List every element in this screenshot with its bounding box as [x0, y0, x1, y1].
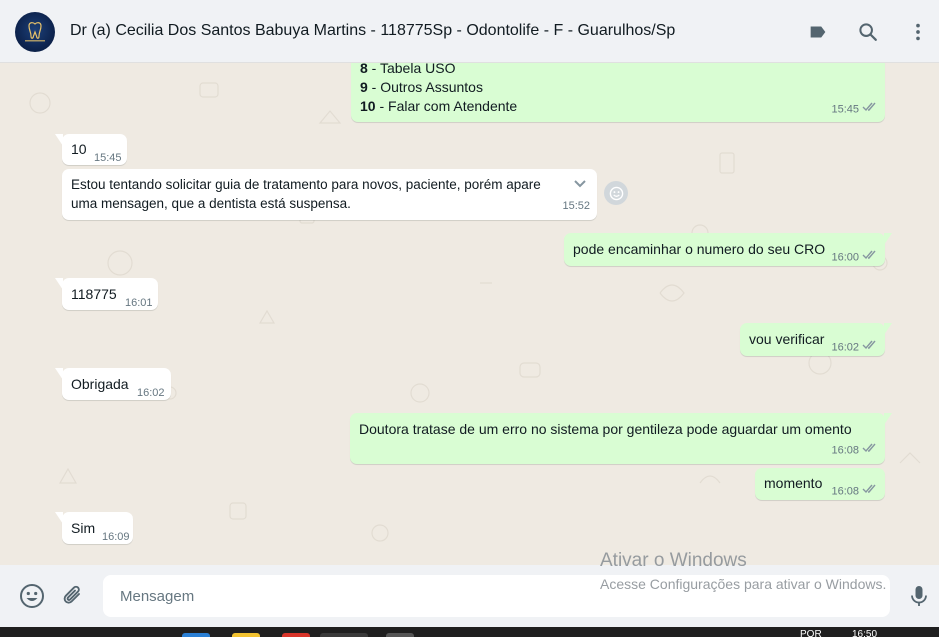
message-text: uma mensagen, que a dentista está suspen… — [71, 196, 351, 211]
message-bubble-outgoing[interactable]: 8 - Tabela USO 9 - Outros Assuntos 10 - … — [351, 63, 885, 122]
emoji-icon[interactable] — [19, 583, 45, 609]
contact-avatar[interactable] — [15, 12, 55, 52]
taskbar-app-icon[interactable] — [386, 633, 414, 637]
message-time: 16:02 — [137, 387, 165, 399]
activation-watermark-title: Ativar o Windows — [600, 550, 747, 571]
message-meta: 15:45 — [831, 100, 878, 119]
message-time: 15:52 — [562, 200, 590, 212]
message-bubble-incoming[interactable]: 10 15:45 — [55, 134, 127, 165]
message-bubble-outgoing[interactable]: momento 16:08 — [755, 468, 885, 500]
message-bubble-outgoing[interactable]: vou verificar 16:02 — [740, 323, 892, 357]
menu-line: 9 - Outros Assuntos — [360, 79, 483, 95]
menu-line: 8 - Tabela USO — [360, 63, 456, 76]
search-icon[interactable] — [856, 20, 880, 44]
message-bubble-incoming[interactable]: Sim 16:09 — [55, 512, 133, 544]
taskbar-clock[interactable]: 16:50 — [852, 629, 877, 637]
menu-line: 10 - Falar com Atendente — [360, 98, 518, 114]
message-bubble-outgoing[interactable]: Doutora tratase de um erro no sistema po… — [350, 413, 892, 464]
message-composer — [0, 565, 939, 627]
tooth-logo-icon — [25, 22, 45, 42]
message-time: 16:01 — [125, 297, 153, 309]
taskbar-language[interactable]: POR — [800, 629, 822, 637]
message-text: Estou tentando solicitar guia de tratame… — [71, 177, 541, 192]
double-check-icon — [862, 441, 878, 460]
more-vert-icon[interactable] — [906, 20, 930, 44]
message-text: Obrigada — [71, 376, 129, 392]
message-bubble-incoming[interactable]: 118775 16:01 — [55, 278, 158, 310]
message-text: 10 — [71, 141, 87, 157]
taskbar-app-icon[interactable] — [320, 633, 368, 637]
double-check-icon — [862, 248, 878, 267]
message-text: pode encaminhar o numero do seu CRO — [573, 241, 826, 257]
activation-watermark-subtitle: Acesse Configurações para ativar o Windo… — [600, 576, 887, 592]
message-text: Sim — [71, 520, 96, 536]
message-meta: 16:08 — [831, 482, 878, 501]
message-text: momento — [764, 475, 823, 491]
message-meta: 16:00 — [831, 248, 878, 267]
message-bubble-incoming[interactable]: Obrigada 16:02 — [55, 368, 171, 400]
taskbar-app-icon[interactable] — [282, 633, 310, 637]
os-taskbar: POR 16:50 — [0, 627, 939, 637]
taskbar-app-icon[interactable] — [232, 633, 260, 637]
double-check-icon — [862, 100, 878, 119]
message-text: vou verificar — [749, 331, 825, 347]
chat-title[interactable]: Dr (a) Cecilia Dos Santos Babuya Martins… — [70, 22, 675, 40]
label-icon[interactable] — [806, 20, 830, 44]
chat-header: Dr (a) Cecilia Dos Santos Babuya Martins… — [0, 0, 939, 63]
double-check-icon — [862, 482, 878, 501]
message-text: 118775 — [71, 286, 117, 302]
taskbar-app-icon[interactable] — [182, 633, 210, 637]
chevron-down-icon[interactable] — [573, 177, 587, 191]
mic-icon[interactable] — [906, 583, 932, 609]
message-text: Doutora tratase de um erro no sistema po… — [359, 421, 852, 437]
double-check-icon — [862, 338, 878, 357]
message-bubble-outgoing[interactable]: pode encaminhar o numero do seu CRO 16:0… — [564, 233, 892, 267]
attach-icon[interactable] — [60, 583, 86, 609]
message-bubble-incoming[interactable]: Estou tentando solicitar guia de tratame… — [62, 169, 597, 220]
message-time: 15:45 — [94, 152, 122, 164]
message-meta: 16:02 — [831, 338, 878, 357]
message-list[interactable]: 8 - Tabela USO 9 - Outros Assuntos 10 - … — [0, 63, 939, 565]
message-meta: 16:08 — [831, 441, 878, 460]
emoji-reaction-icon[interactable] — [604, 181, 628, 205]
message-time: 16:09 — [102, 531, 130, 543]
